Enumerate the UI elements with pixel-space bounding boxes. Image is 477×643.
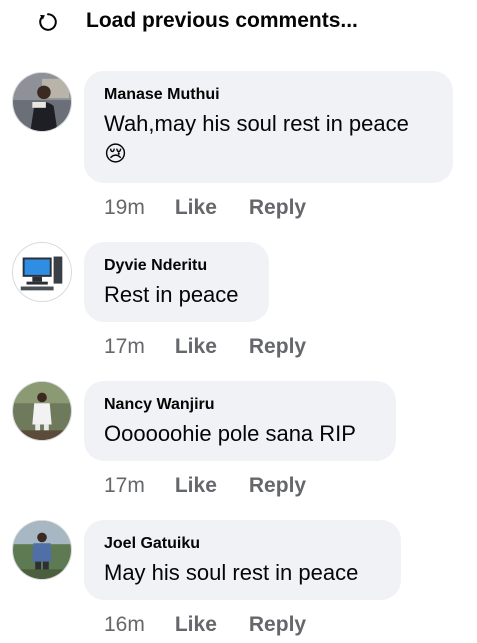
crying-face-emoji: 😢 [104, 141, 127, 166]
comment-bubble: Manase Muthui Wah,may his soul rest in p… [84, 71, 453, 183]
comment-bubble: Nancy Wanjiru Oooooohie pole sana RIP [84, 381, 396, 461]
comment-timestamp[interactable]: 16m [104, 613, 145, 637]
avatar[interactable] [12, 520, 72, 580]
like-button[interactable]: Like [175, 196, 217, 220]
comment-actions: 17m Like Reply [104, 335, 306, 359]
comment-timestamp[interactable]: 17m [104, 474, 145, 498]
comment-timestamp[interactable]: 19m [104, 196, 145, 220]
comments-screen: Load previous comments... Manase Muthui … [0, 0, 477, 643]
reply-button[interactable]: Reply [249, 335, 306, 359]
comment-text: Rest in peace [104, 282, 239, 307]
comment-author[interactable]: Dyvie Nderitu [104, 256, 249, 276]
avatar[interactable] [12, 242, 72, 302]
comment-actions: 16m Like Reply [104, 613, 306, 637]
comment-author[interactable]: Manase Muthui [104, 85, 433, 105]
comment-bubble: Joel Gatuiku May his soul rest in peace [84, 520, 401, 600]
reply-button[interactable]: Reply [249, 474, 306, 498]
like-button[interactable]: Like [175, 613, 217, 637]
reply-button[interactable]: Reply [249, 613, 306, 637]
comment-actions: 17m Like Reply [104, 474, 306, 498]
comment-text: May his soul rest in peace [104, 560, 359, 585]
comment-author[interactable]: Joel Gatuiku [104, 534, 381, 554]
like-button[interactable]: Like [175, 335, 217, 359]
refresh-icon [39, 13, 57, 31]
comment-timestamp[interactable]: 17m [104, 335, 145, 359]
load-previous-label: Load previous comments... [86, 9, 358, 32]
comment-text: Oooooohie pole sana RIP [104, 421, 356, 446]
load-previous-comments[interactable]: Load previous comments... [0, 0, 477, 46]
like-button[interactable]: Like [175, 474, 217, 498]
reply-button[interactable]: Reply [249, 196, 306, 220]
comment-bubble: Dyvie Nderitu Rest in peace [84, 242, 269, 322]
avatar[interactable] [12, 72, 72, 132]
comment-actions: 19m Like Reply [104, 196, 306, 220]
comment-author[interactable]: Nancy Wanjiru [104, 395, 376, 415]
avatar[interactable] [12, 381, 72, 441]
comment-text: Wah,may his soul rest in peace [104, 111, 409, 136]
